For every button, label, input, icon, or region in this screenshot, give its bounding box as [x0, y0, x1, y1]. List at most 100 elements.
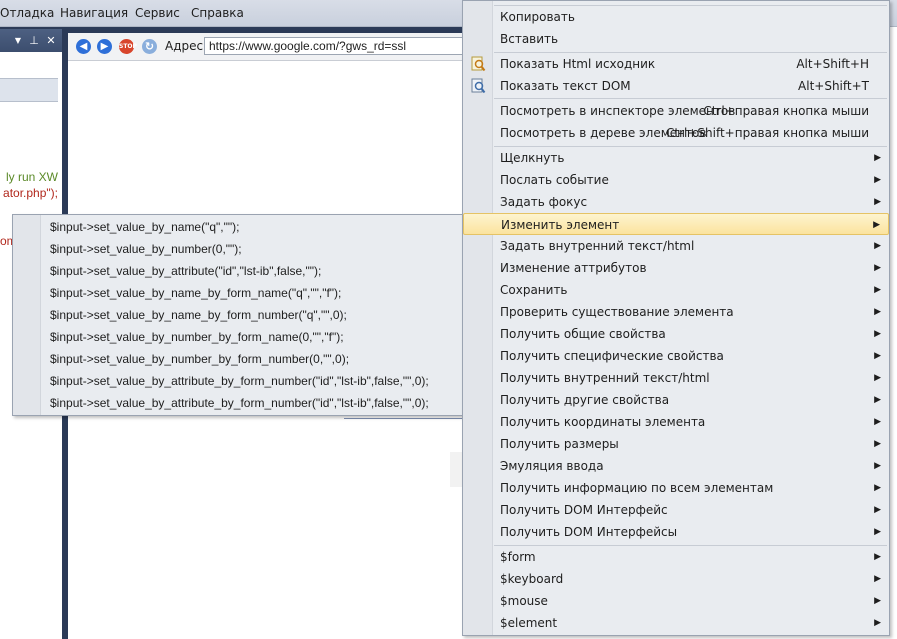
- address-input[interactable]: [204, 37, 466, 55]
- submenu-item[interactable]: $input->set_value_by_name("q","");: [13, 216, 462, 238]
- menu-item-label: Изменение аттрибутов: [500, 261, 647, 275]
- menu-item-send-event[interactable]: Послать событие ▶: [463, 169, 889, 191]
- menu-item-shortcut: Alt+Shift+T: [798, 79, 869, 93]
- menu-separator: [494, 98, 887, 99]
- submenu-arrow-icon: ▶: [874, 307, 881, 317]
- submenu-arrow-icon: ▶: [874, 351, 881, 361]
- submenu-arrow-icon: ▶: [874, 552, 881, 562]
- menu-help[interactable]: Справка: [191, 0, 244, 26]
- submenu-change-element: $input->set_value_by_name("q",""); $inpu…: [12, 214, 463, 416]
- dropdown-icon[interactable]: ▼: [11, 29, 25, 52]
- code-line: ator.php");: [3, 186, 58, 200]
- submenu-item[interactable]: $input->set_value_by_number_by_form_numb…: [13, 348, 462, 370]
- submenu-item[interactable]: $input->set_value_by_attribute_by_form_n…: [13, 392, 462, 414]
- browser-toolbar: ◀ ▶ STOP ↻ Адрес: [68, 33, 466, 61]
- menu-item-label: Получить информацию по всем элементам: [500, 481, 774, 495]
- submenu-item[interactable]: $input->set_value_by_number_by_form_name…: [13, 326, 462, 348]
- submenu-arrow-icon: ▶: [874, 197, 881, 207]
- menu-item-get-dom-interfaces[interactable]: Получить DOM Интерфейсы ▶: [463, 521, 889, 543]
- menu-item-inspect[interactable]: Посмотреть в инспекторе элементов Ctrl+п…: [463, 100, 889, 122]
- menu-item-shortcut: Alt+Shift+H: [796, 57, 869, 71]
- submenu-arrow-icon: ▶: [874, 461, 881, 471]
- menu-item-get-other-props[interactable]: Получить другие свойства ▶: [463, 389, 889, 411]
- menu-item-label: Показать текст DOM: [500, 79, 631, 93]
- context-menu: Копировать Вставить Показать Html исходн…: [462, 0, 890, 636]
- menu-item-paste[interactable]: Вставить: [463, 28, 889, 50]
- code-line: ly run XW: [5, 170, 58, 184]
- close-icon[interactable]: ✕: [44, 29, 58, 52]
- submenu-arrow-icon: ▶: [874, 618, 881, 628]
- menu-item-get-coordinates[interactable]: Получить координаты элемента ▶: [463, 411, 889, 433]
- menu-item-tree[interactable]: Посмотреть в дереве элементов Ctrl+Shift…: [463, 122, 889, 144]
- submenu-arrow-icon: ▶: [874, 417, 881, 427]
- menu-item-mouse[interactable]: $mouse ▶: [463, 590, 889, 612]
- submenu-arrow-icon: ▶: [874, 373, 881, 383]
- menu-item-label: Получить размеры: [500, 437, 619, 451]
- pin-icon[interactable]: ⊥: [27, 29, 41, 52]
- menu-item-change-element[interactable]: Изменить элемент ▶: [463, 213, 889, 235]
- menu-item-get-inner-text[interactable]: Получить внутренний текст/html ▶: [463, 367, 889, 389]
- menu-item-label: Получить специфические свойства: [500, 349, 724, 363]
- menu-item-set-focus[interactable]: Задать фокус ▶: [463, 191, 889, 213]
- menu-item-input-emulation[interactable]: Эмуляция ввода ▶: [463, 455, 889, 477]
- submenu-arrow-icon: ▶: [873, 220, 880, 230]
- submenu-arrow-icon: ▶: [874, 285, 881, 295]
- forward-arrow-icon[interactable]: ▶: [97, 39, 112, 54]
- html-source-icon: [470, 56, 486, 72]
- menu-item-form[interactable]: $form ▶: [463, 546, 889, 568]
- menu-item-label: Получить DOM Интерфейс: [500, 503, 668, 517]
- menu-item-show-html[interactable]: Показать Html исходник Alt+Shift+H: [463, 53, 889, 75]
- menu-item-set-inner-text[interactable]: Задать внутренний текст/html ▶: [463, 235, 889, 257]
- dom-text-icon: [470, 78, 486, 94]
- submenu-arrow-icon: ▶: [874, 241, 881, 251]
- submenu-item-label: $input->set_value_by_number(0,"");: [50, 242, 242, 256]
- menu-item-label: Вставить: [500, 32, 559, 46]
- menu-item-element[interactable]: $element ▶: [463, 612, 889, 634]
- menu-debug[interactable]: Отладка: [0, 0, 54, 26]
- submenu-item[interactable]: $input->set_value_by_attribute("id","lst…: [13, 260, 462, 282]
- submenu-arrow-icon: ▶: [874, 395, 881, 405]
- submenu-item[interactable]: $input->set_value_by_name_by_form_name("…: [13, 282, 462, 304]
- back-arrow-icon[interactable]: ◀: [76, 39, 91, 54]
- menu-item-copy[interactable]: Копировать: [463, 6, 889, 28]
- submenu-item[interactable]: $input->set_value_by_name_by_form_number…: [13, 304, 462, 326]
- stop-icon[interactable]: STOP: [119, 39, 137, 54]
- menu-item-label: $element: [500, 616, 558, 630]
- menu-item-check-exists[interactable]: Проверить существование элемента ▶: [463, 301, 889, 323]
- submenu-item[interactable]: $input->set_value_by_attribute_by_form_n…: [13, 370, 462, 392]
- submenu-arrow-icon: ▶: [874, 263, 881, 273]
- menu-item-label: Копировать: [500, 10, 575, 24]
- left-panel-tab[interactable]: [0, 78, 58, 102]
- menu-item-label: Получить DOM Интерфейсы: [500, 525, 678, 539]
- menu-item-label: Получить координаты элемента: [500, 415, 706, 429]
- menu-navigation[interactable]: Навигация: [60, 0, 128, 26]
- submenu-arrow-icon: ▶: [874, 175, 881, 185]
- menu-item-get-dom-interface[interactable]: Получить DOM Интерфейс ▶: [463, 499, 889, 521]
- menu-item-get-common-props[interactable]: Получить общие свойства ▶: [463, 323, 889, 345]
- menu-item-label: Получить общие свойства: [500, 327, 666, 341]
- menu-item-get-specific-props[interactable]: Получить специфические свойства ▶: [463, 345, 889, 367]
- submenu-arrow-icon: ▶: [874, 505, 881, 515]
- menu-item-label: Показать Html исходник: [500, 57, 656, 71]
- menu-item-label: Задать фокус: [500, 195, 588, 209]
- menu-item-change-attributes[interactable]: Изменение аттрибутов ▶: [463, 257, 889, 279]
- submenu-item-label: $input->set_value_by_name("q","");: [50, 220, 240, 234]
- submenu-item-label: $input->set_value_by_attribute_by_form_n…: [50, 396, 429, 410]
- refresh-icon[interactable]: ↻: [142, 39, 157, 54]
- menu-item-get-size[interactable]: Получить размеры ▶: [463, 433, 889, 455]
- menu-item-click[interactable]: Щелкнуть ▶: [463, 147, 889, 169]
- submenu-item[interactable]: $input->set_value_by_number(0,"");: [13, 238, 462, 260]
- menu-item-get-all-elements-info[interactable]: Получить информацию по всем элементам ▶: [463, 477, 889, 499]
- menu-item-label: $mouse: [500, 594, 548, 608]
- submenu-item-label: $input->set_value_by_number_by_form_name…: [50, 330, 344, 344]
- menu-item-label: Изменить элемент: [501, 218, 620, 232]
- submenu-arrow-icon: ▶: [874, 153, 881, 163]
- submenu-item-label: $input->set_value_by_name_by_form_name("…: [50, 286, 342, 300]
- menu-item-label: Послать событие: [500, 173, 609, 187]
- menu-item-save[interactable]: Сохранить ▶: [463, 279, 889, 301]
- menu-item-label: Эмуляция ввода: [500, 459, 604, 473]
- menu-item-show-dom-text[interactable]: Показать текст DOM Alt+Shift+T: [463, 75, 889, 97]
- menu-item-keyboard[interactable]: $keyboard ▶: [463, 568, 889, 590]
- menu-service[interactable]: Сервис: [135, 0, 180, 26]
- menu-item-label: $form: [500, 550, 536, 564]
